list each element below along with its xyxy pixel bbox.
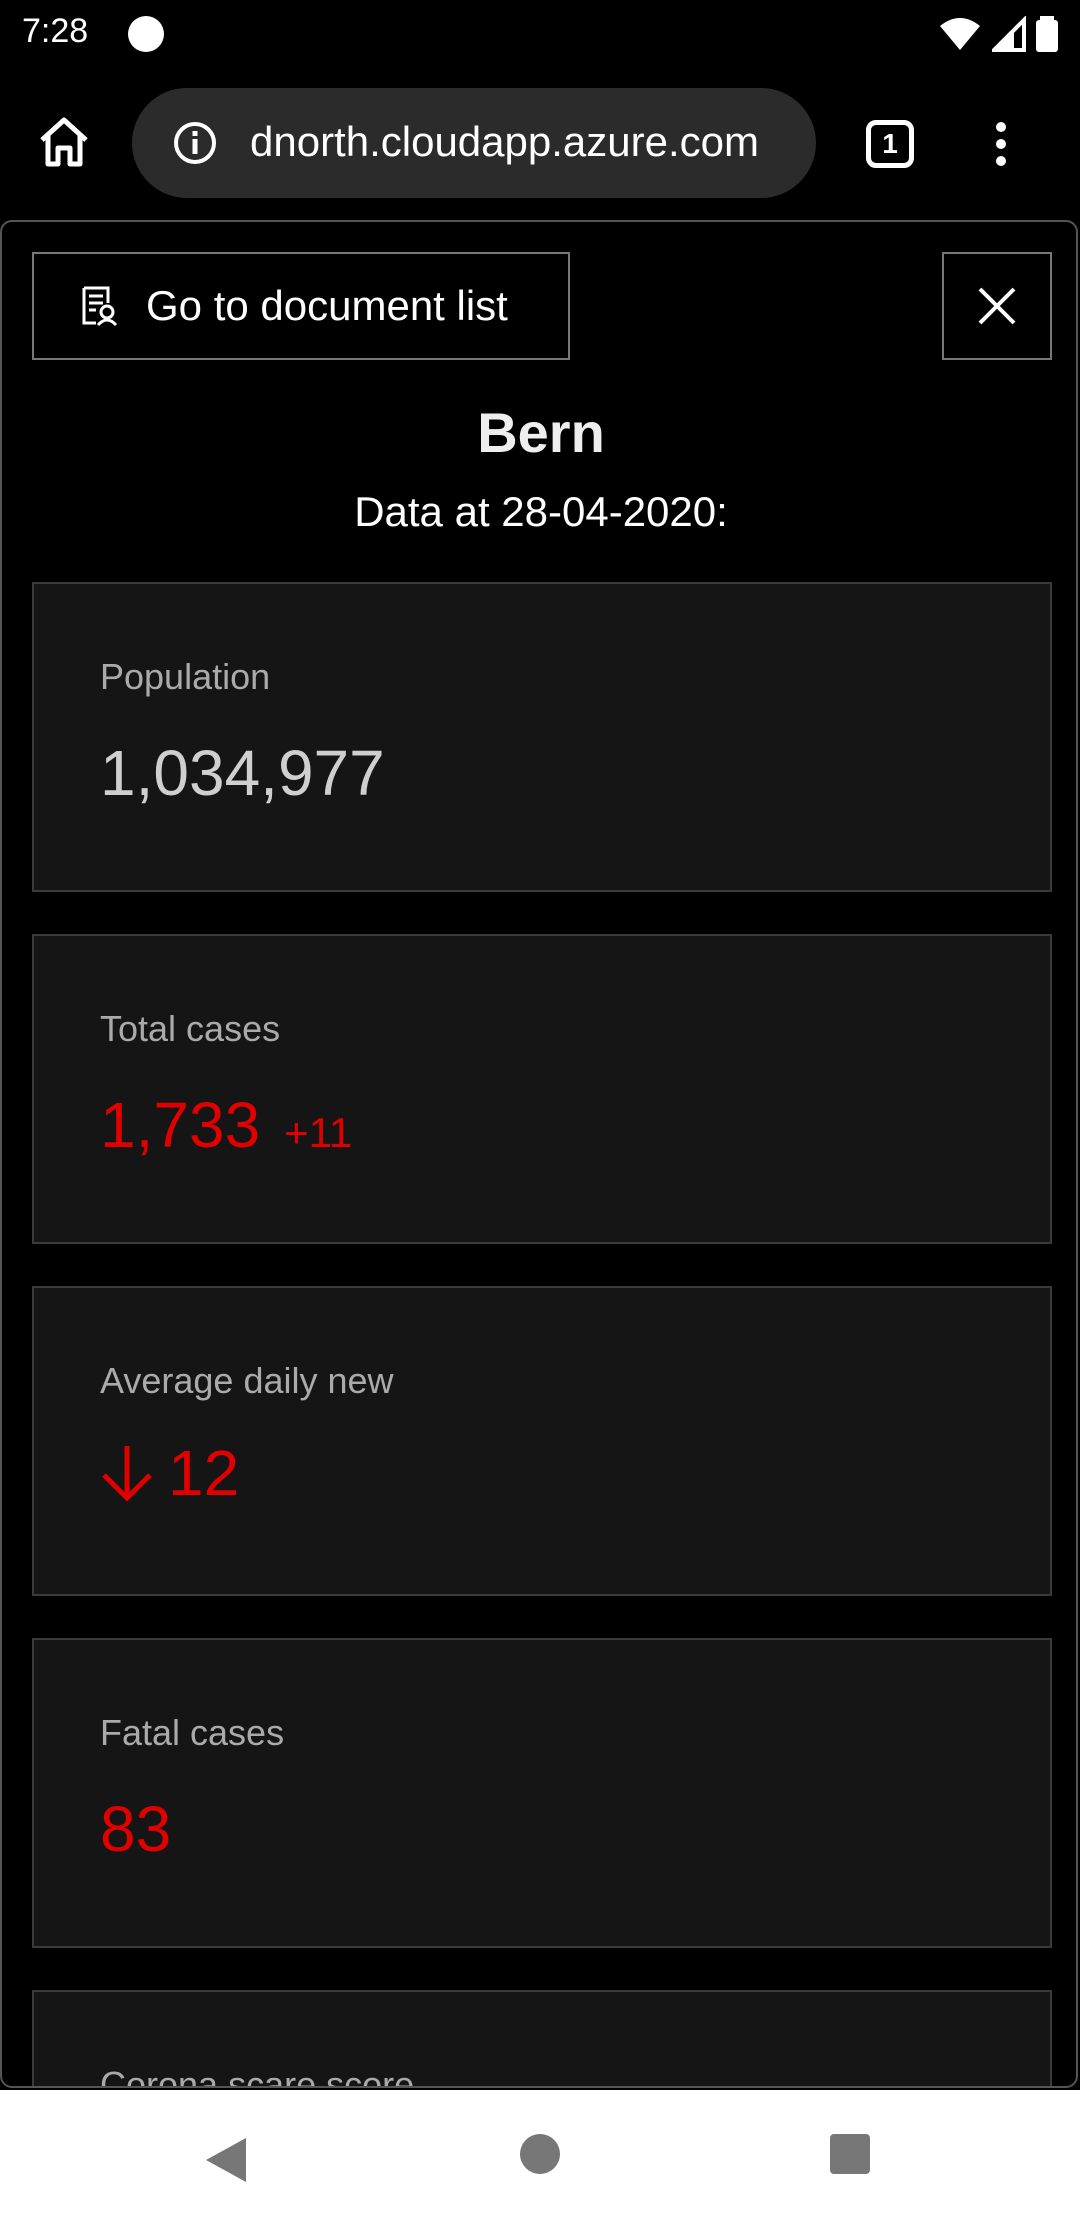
system-navigation-bar bbox=[0, 2090, 1080, 2220]
card-label: Total cases bbox=[100, 1008, 281, 1049]
arrow-down-icon bbox=[102, 1446, 152, 1502]
overflow-menu-icon[interactable] bbox=[986, 116, 1016, 176]
population-card: Population 1,034,977 bbox=[32, 582, 1052, 892]
data-date-subtitle: Data at 28-04-2020: bbox=[354, 488, 728, 535]
document-list-icon bbox=[82, 286, 118, 327]
card-value: 1,733 bbox=[100, 1089, 261, 1161]
home-nav-icon[interactable] bbox=[520, 2134, 560, 2174]
card-value: 83 bbox=[100, 1793, 172, 1865]
recents-icon[interactable] bbox=[830, 2134, 870, 2174]
card-value-row: 12 bbox=[100, 1436, 239, 1510]
card-label: Fatal cases bbox=[100, 1712, 285, 1753]
card-label: Population bbox=[100, 656, 271, 697]
status-icons bbox=[938, 14, 1058, 54]
status-bar: 7:28 bbox=[0, 0, 1080, 72]
browser-toolbar: dnorth.cloudapp.azure.com 1 bbox=[0, 72, 1080, 222]
home-icon[interactable] bbox=[36, 114, 92, 170]
fatal-cases-card: Fatal cases 83 bbox=[32, 1638, 1052, 1948]
back-icon[interactable] bbox=[204, 2136, 248, 2184]
battery-icon bbox=[1036, 16, 1058, 52]
card-label: Corona scare score bbox=[100, 2064, 415, 2088]
signal-icon bbox=[992, 16, 1026, 52]
card-value: 1,034,977 bbox=[100, 737, 385, 809]
tab-count: 1 bbox=[882, 128, 898, 159]
info-icon[interactable] bbox=[172, 120, 218, 166]
card-delta: +11 bbox=[284, 1109, 353, 1156]
go-to-document-list-button[interactable]: Go to document list bbox=[32, 252, 570, 360]
tab-switcher-button[interactable]: 1 bbox=[866, 120, 914, 168]
corona-scare-score-card: Corona scare score bbox=[32, 1990, 1052, 2088]
status-time: 7:28 bbox=[22, 12, 89, 50]
close-button[interactable] bbox=[942, 252, 1052, 360]
close-icon bbox=[978, 287, 1016, 325]
doclist-button-label: Go to document list bbox=[146, 282, 508, 329]
total-cases-card: Total cases 1,733 +11 bbox=[32, 934, 1052, 1244]
notification-dot-icon bbox=[128, 16, 164, 52]
card-value-row: 1,733 +11 bbox=[100, 1088, 352, 1162]
page-title: Bern bbox=[477, 401, 605, 464]
page-content: Go to document list Bern Data at 28-04-2… bbox=[0, 220, 1078, 2088]
address-bar[interactable]: dnorth.cloudapp.azure.com bbox=[132, 88, 816, 198]
card-label: Average daily new bbox=[100, 1360, 394, 1401]
average-daily-new-card: Average daily new 12 bbox=[32, 1286, 1052, 1596]
wifi-icon bbox=[940, 18, 980, 50]
url-text[interactable]: dnorth.cloudapp.azure.com bbox=[250, 118, 759, 166]
card-value: 12 bbox=[168, 1437, 240, 1509]
